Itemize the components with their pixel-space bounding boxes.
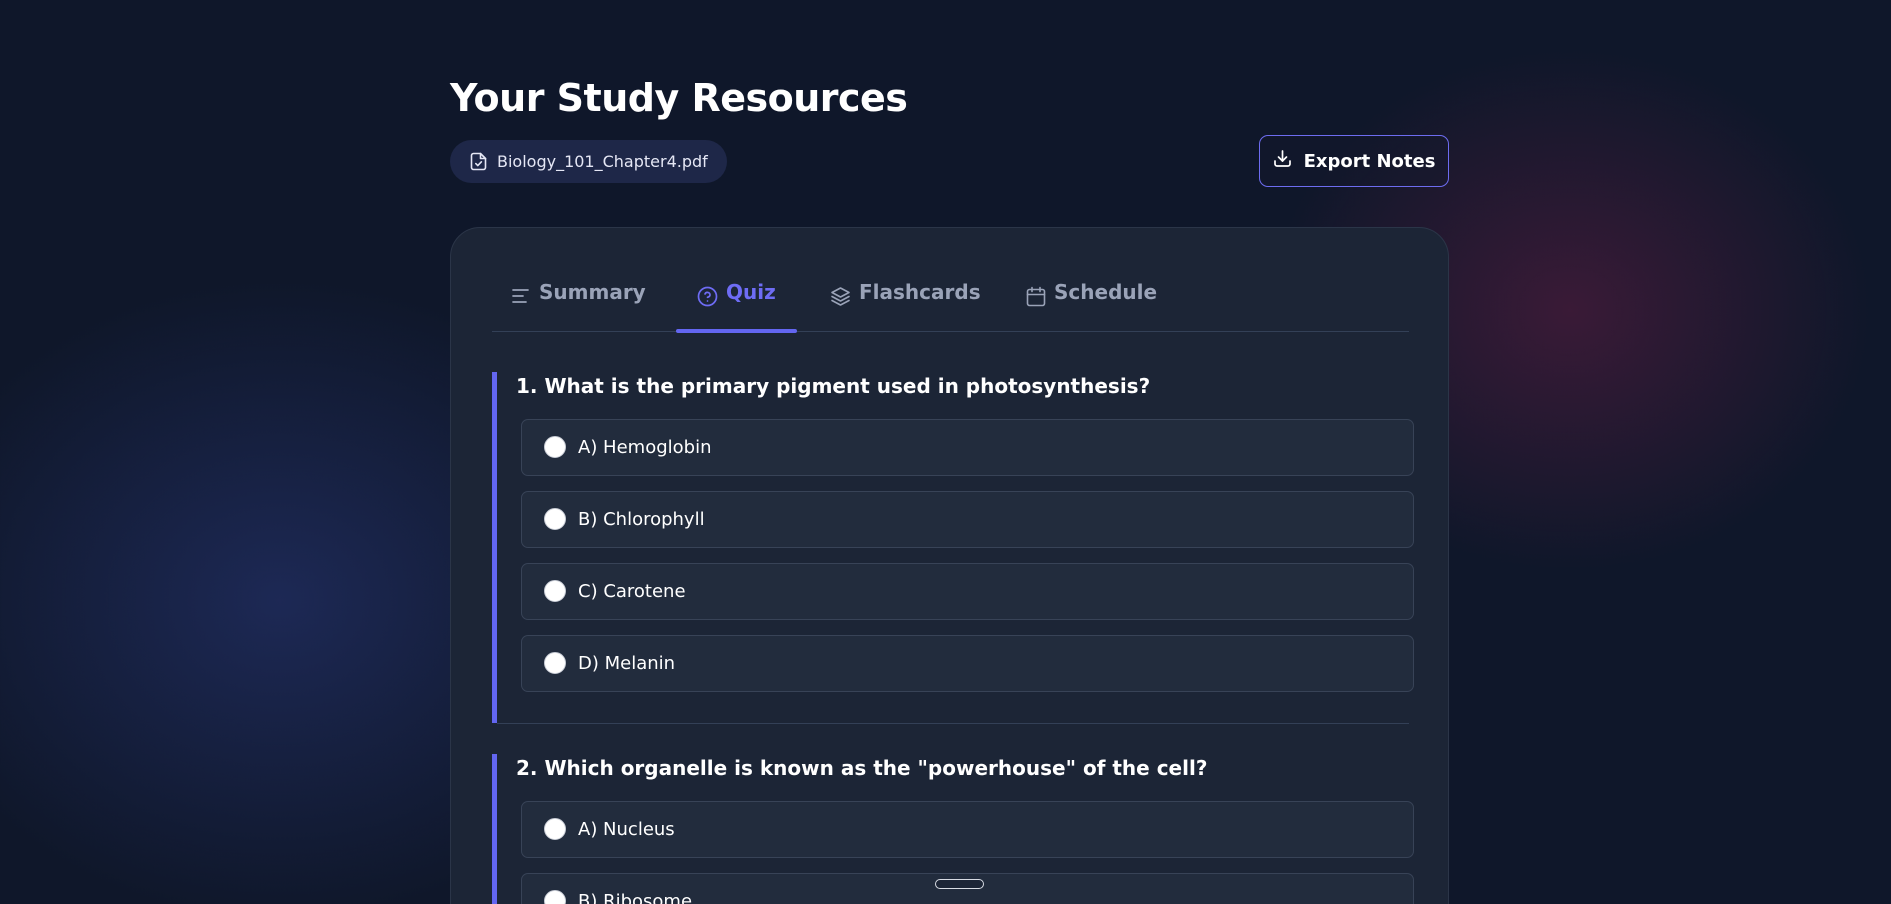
radio-button[interactable] (544, 652, 566, 674)
option-label: D) Melanin (578, 653, 676, 674)
tab-quiz[interactable]: Quiz (676, 280, 797, 333)
quiz-question: 1. What is the primary pigment used in p… (492, 372, 1414, 723)
answer-option[interactable]: A) Nucleus (521, 801, 1414, 858)
help-circle-icon (697, 280, 718, 307)
active-tab-indicator (676, 329, 797, 333)
answer-option[interactable]: B) Chlorophyll (521, 491, 1414, 548)
tab-bar: Summary Quiz Flashcards Schedule (492, 228, 1409, 333)
file-name: Biology_101_Chapter4.pdf (497, 152, 708, 171)
option-label: A) Hemoglobin (578, 437, 712, 458)
answer-option[interactable]: C) Carotene (521, 563, 1414, 620)
option-label: B) Chlorophyll (578, 509, 705, 530)
tab-schedule[interactable]: Schedule (1026, 280, 1157, 332)
export-notes-button[interactable]: Export Notes (1259, 135, 1449, 187)
question-text: 2. Which organelle is known as the "powe… (516, 756, 1208, 780)
question-divider (497, 723, 1409, 724)
scroll-handle[interactable] (935, 879, 984, 889)
tab-label: Schedule (1054, 280, 1158, 304)
align-left-icon (511, 280, 531, 306)
study-card: Summary Quiz Flashcards Schedule 1. What… (450, 227, 1449, 904)
radio-button[interactable] (544, 818, 566, 840)
radio-button[interactable] (544, 890, 566, 904)
layers-icon (830, 280, 851, 307)
tab-label: Quiz (726, 280, 776, 304)
option-label: A) Nucleus (578, 819, 675, 840)
tab-label: Flashcards (859, 280, 981, 304)
option-label: C) Carotene (578, 581, 686, 602)
tab-label: Summary (539, 280, 646, 304)
file-check-icon (470, 152, 487, 171)
answer-option[interactable]: A) Hemoglobin (521, 419, 1414, 476)
download-icon (1273, 149, 1292, 173)
file-chip: Biology_101_Chapter4.pdf (450, 140, 727, 183)
radio-button[interactable] (544, 508, 566, 530)
page-title: Your Study Resources (450, 76, 908, 120)
tab-flashcards[interactable]: Flashcards (830, 280, 981, 332)
radio-button[interactable] (544, 436, 566, 458)
tab-summary[interactable]: Summary (511, 280, 646, 332)
calendar-icon (1026, 280, 1046, 307)
question-text: 1. What is the primary pigment used in p… (516, 374, 1151, 398)
radio-button[interactable] (544, 580, 566, 602)
export-notes-label: Export Notes (1303, 150, 1436, 172)
study-resources-page: Your Study Resources Biology_101_Chapter… (450, 0, 1449, 904)
option-label: B) Ribosome (578, 891, 693, 904)
answer-option[interactable]: D) Melanin (521, 635, 1414, 692)
